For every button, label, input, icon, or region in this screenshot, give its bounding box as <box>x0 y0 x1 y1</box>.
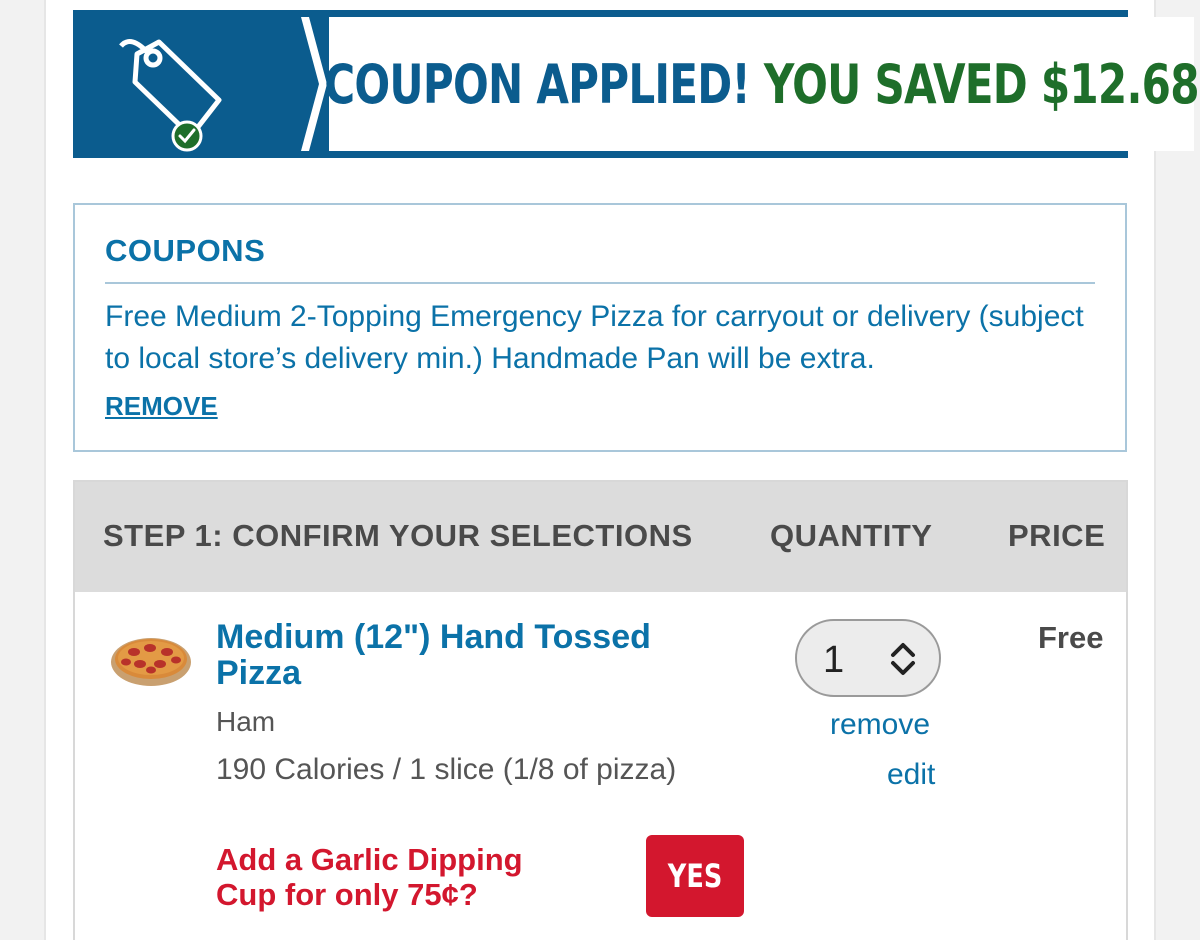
pizza-icon <box>111 638 191 686</box>
quantity-header: QUANTITY <box>770 518 933 553</box>
price-header: PRICE <box>1008 518 1106 553</box>
coupon-remove-link[interactable]: REMOVE <box>105 391 218 422</box>
item-edit-link[interactable]: edit <box>887 758 935 792</box>
banner-message-panel: COUPON APPLIED! YOU SAVED $12.68 <box>324 17 1200 151</box>
quantity-value: 1 <box>823 639 845 681</box>
item-topping: Ham <box>216 706 276 737</box>
item-name-link[interactable]: Medium (12") Hand Tossed Pizza <box>216 619 736 691</box>
item-calories: 190 Calories / 1 slice (1/8 of pizza) <box>216 753 677 786</box>
order-selections-table: STEP 1: CONFIRM YOUR SELECTIONS QUANTITY… <box>73 480 1128 940</box>
coupon-applied-banner: COUPON APPLIED! YOU SAVED $12.68 <box>73 10 1200 158</box>
item-remove-link[interactable]: remove <box>830 708 930 742</box>
coupons-title: COUPONS <box>105 233 266 268</box>
savings-amount-text: YOU SAVED $12.68 <box>763 52 1200 116</box>
coupon-applied-text: COUPON APPLIED! <box>324 52 750 116</box>
add-garlic-cup-yes-button[interactable]: YES <box>646 835 744 917</box>
yes-button-label: YES <box>667 857 723 895</box>
quantity-select[interactable]: 1 <box>795 619 941 697</box>
coupons-panel: COUPONS Free Medium 2-Topping Emergency … <box>73 203 1127 452</box>
banner-message: COUPON APPLIED! YOU SAVED $12.68 <box>324 17 1199 151</box>
step-title: STEP 1: CONFIRM YOUR SELECTIONS <box>103 518 693 553</box>
garlic-cup-upsell-text: Add a Garlic Dipping Cup for only 75¢? <box>216 842 523 912</box>
item-price: Free <box>1038 620 1104 655</box>
coupon-description: Free Medium 2-Topping Emergency Pizza fo… <box>105 300 1084 375</box>
table-header: STEP 1: CONFIRM YOUR SELECTIONS QUANTITY… <box>75 482 1126 592</box>
tag-check-icon <box>119 39 222 152</box>
coupons-divider <box>105 282 1095 284</box>
chevron-up-down-icon <box>891 643 915 675</box>
